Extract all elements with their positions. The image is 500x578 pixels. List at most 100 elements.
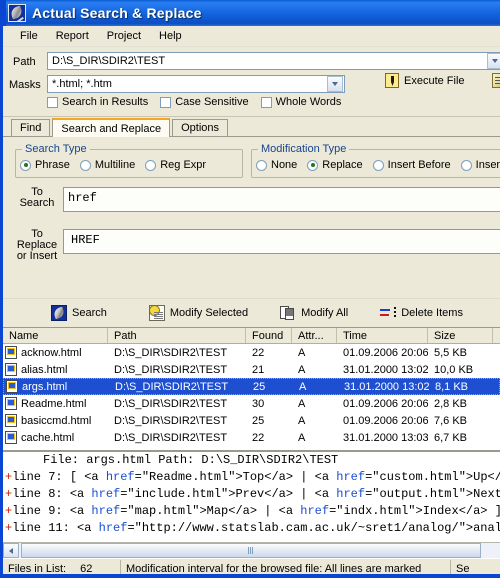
search-button-label: Search [72,307,107,319]
cell-time: 01.09.2006 20:06:44 [343,346,428,359]
preview-pane[interactable]: File: args.html Path: D:\S_DIR\SDIR2\TES… [3,451,500,558]
cell-size: 5,5 KB [434,346,468,359]
checkbox-case-sensitive[interactable]: Case Sensitive [160,96,249,108]
menu-item-project[interactable]: Project [98,28,150,44]
search-button[interactable]: Search [51,305,107,321]
radio-multiline[interactable]: Multiline [79,159,136,171]
action-bar: Search Modify Selected Modify All Delete… [3,298,500,327]
horizontal-scrollbar[interactable] [3,542,500,558]
chevron-down-icon[interactable] [487,53,500,69]
scrollbar-thumb[interactable] [21,543,481,558]
checkbox-box [160,96,172,108]
preview-line: +line 9: <a href="map.html">Map</a> | <a… [3,503,500,520]
modification-type-radios: None Replace Insert Before Insert After [256,159,500,171]
menu-item-help[interactable]: Help [150,28,191,44]
table-row-selected[interactable]: args.html D:\S_DIR\SDIR2\TEST 25 A 31.01… [3,378,500,395]
modify-all-button[interactable]: Modify All [280,305,348,321]
cell-found: 22 [252,431,265,444]
menu-item-file[interactable]: File [11,28,47,44]
cell-name: Readme.html [21,397,87,410]
cell-path: D:\S_DIR\SDIR2\TEST [114,414,228,427]
radio-dot [20,159,31,171]
cell-path: D:\S_DIR\SDIR2\TEST [114,397,228,410]
table-row[interactable]: cache.html D:\S_DIR\SDIR2\TEST 22 A 31.0… [3,429,500,446]
delete-items-button[interactable]: Delete Items [380,305,463,321]
cell-path: D:\S_DIR\SDIR2\TEST [115,380,229,393]
radio-none[interactable]: None [256,159,297,171]
cell-path: D:\S_DIR\SDIR2\TEST [114,363,228,376]
radio-reg-expr[interactable]: Reg Expr [145,159,206,171]
line-text: line 7: [ <a href="Readme.html">Top</a> … [12,470,500,484]
cell-attr: A [298,414,306,427]
cell-size: 2,8 KB [434,397,468,410]
line-text: line 9: <a href="map.html">Map</a> | <a … [12,504,500,518]
radio-dot [79,159,91,171]
radio-insert-after[interactable]: Insert After [460,159,500,171]
path-input[interactable]: D:\S_DIR\SDIR2\TEST [47,52,500,70]
scrollbar-track[interactable] [19,543,500,558]
line-text: line 8: <a href="include.html">Prev</a> … [12,487,500,501]
cell-time: 01.09.2006 20:06:40 [343,414,428,427]
results-table[interactable]: Name Path Found Attr... Time Size acknow… [3,327,500,451]
cell-name: args.html [22,380,68,393]
checkbox-search-in-results[interactable]: Search in Results [47,96,148,108]
delete-items-icon [380,305,397,321]
scroll-left-icon[interactable] [3,543,19,558]
cell-attr: A [298,397,306,410]
column-header-path[interactable]: Path [108,328,246,343]
checkbox-label: Case Sensitive [175,96,249,108]
radio-dot [256,159,267,171]
column-header-attr[interactable]: Attr... [292,328,337,343]
menu-item-report[interactable]: Report [47,28,98,44]
radio-phrase[interactable]: Phrase [20,159,70,171]
table-row[interactable]: alias.html D:\S_DIR\SDIR2\TEST 21 A 31.0… [3,361,500,378]
tab-options[interactable]: Options [172,119,229,136]
radio-insert-before[interactable]: Insert Before [372,159,451,171]
satellite-dish-icon [51,305,67,321]
radio-label: Multiline [94,159,136,171]
cell-attr: A [299,380,307,393]
cell-name: basiccmd.html [21,414,92,427]
checkbox-whole-words[interactable]: Whole Words [260,96,342,108]
radio-replace[interactable]: Replace [307,159,363,171]
radio-dot [307,159,319,171]
radio-label: Replace [322,159,363,171]
execute-file-button[interactable]: Execute File [385,73,465,88]
checkbox-label: Whole Words [275,96,342,108]
to-search-input[interactable]: href [63,187,500,212]
table-row[interactable]: basiccmd.html D:\S_DIR\SDIR2\TEST 25 A 0… [3,412,500,429]
tab-search-and-replace[interactable]: Search and Replace [52,118,171,137]
preview-line: +line 8: <a href="include.html">Prev</a>… [3,486,500,503]
menu-bar: File Report Project Help [3,26,500,47]
cell-size: 8,1 KB [435,380,469,393]
table-row[interactable]: acknow.html D:\S_DIR\SDIR2\TEST 22 A 01.… [3,344,500,361]
cell-found: 22 [252,346,265,359]
checkbox-label: Search in Results [62,96,149,108]
modify-selected-button[interactable]: Modify Selected [148,305,249,321]
modify-all-icon [280,305,296,321]
cell-time: 01.09.2006 20:06:38 [343,397,428,410]
html-file-icon [5,397,17,410]
window-title: Actual Search & Replace [32,5,202,21]
to-replace-input[interactable]: HREF [63,229,500,254]
satellite-dish-icon [8,4,26,22]
masks-input[interactable]: *.html; *.htm [47,75,345,93]
column-header-time[interactable]: Time [337,328,428,343]
cell-time: 31.01.2000 13:02:56 [344,380,429,393]
modify-selected-label: Modify Selected [169,307,249,319]
tab-find[interactable]: Find [11,119,51,136]
script-button[interactable] [492,73,500,89]
column-header-found[interactable]: Found [246,328,292,343]
cell-attr: A [298,431,306,444]
cell-size: 7,6 KB [434,414,468,427]
cell-found: 30 [252,397,265,410]
chevron-down-icon[interactable] [327,76,343,92]
search-type-title: Search Type [22,143,90,155]
column-header-name[interactable]: Name [3,328,108,343]
table-row[interactable]: Readme.html D:\S_DIR\SDIR2\TEST 30 A 01.… [3,395,500,412]
preview-line: +line 11: <a href="http://www.statslab.c… [3,520,500,537]
preview-line: +line 7: [ <a href="Readme.html">Top</a>… [3,469,500,486]
radio-label: Insert After [475,159,500,171]
column-header-size[interactable]: Size [428,328,493,343]
html-file-icon [6,380,18,393]
